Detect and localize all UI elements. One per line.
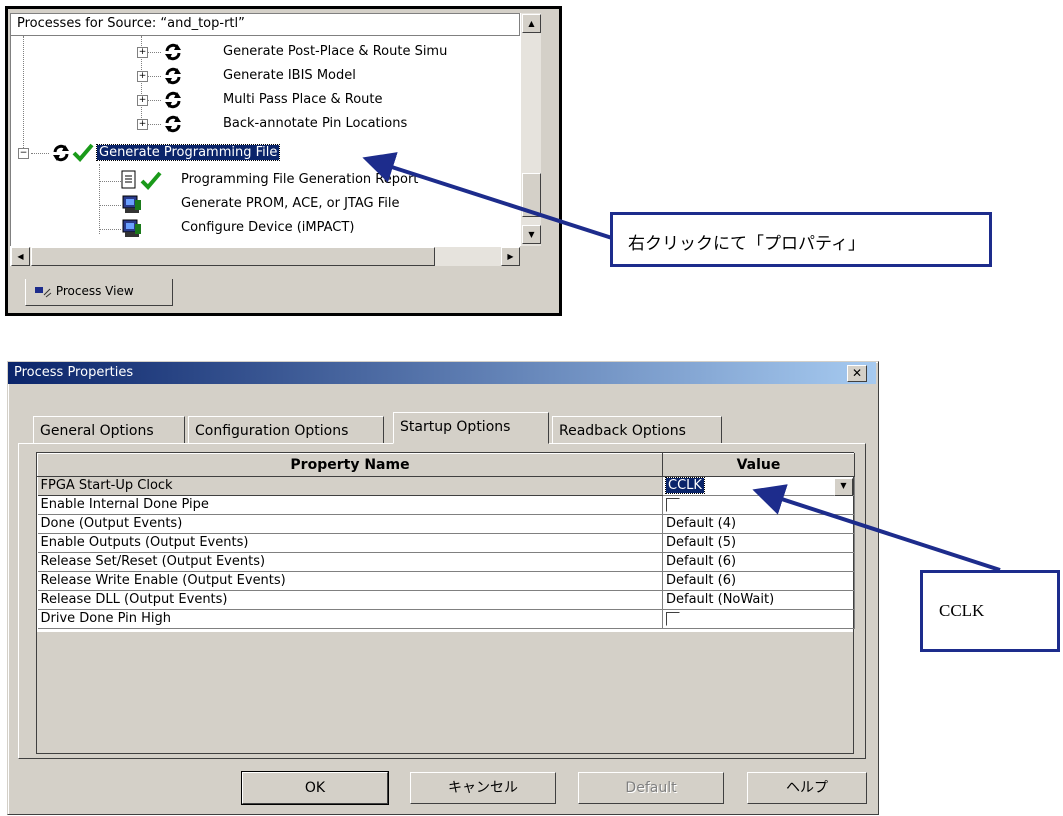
- arrow-line: [362, 152, 613, 240]
- tab-startup-options[interactable]: Startup Options: [393, 412, 549, 444]
- arrow-line: [752, 484, 1001, 572]
- annotation-arrows: [362, 152, 1001, 572]
